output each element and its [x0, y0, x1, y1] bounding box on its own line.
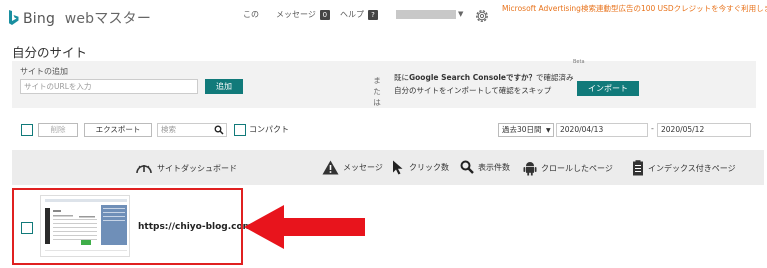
col-dashboard[interactable]: サイトダッシュボード — [135, 160, 237, 176]
user-account-redacted[interactable] — [396, 10, 456, 19]
column-header: サイトダッシュボード メッセージ クリック数 表示件数 クロールしたページ イン… — [12, 150, 764, 185]
logo-product-text: webマスター — [64, 11, 152, 27]
date-to-input[interactable]: 2020/05/12 — [657, 123, 751, 137]
nav-messages-label: メッセージ — [276, 10, 316, 19]
col-messages[interactable]: メッセージ — [322, 160, 383, 175]
bing-logo-icon — [9, 10, 19, 25]
select-all-checkbox[interactable] — [21, 124, 33, 136]
add-site-button[interactable]: 追加 — [205, 79, 243, 94]
cursor-icon — [393, 160, 403, 175]
magnifier-icon — [460, 160, 474, 174]
highlight-box — [12, 188, 243, 265]
col-crawled-label: クロールしたページ — [541, 163, 613, 173]
beta-label: Beta — [573, 59, 585, 65]
site-url-input[interactable] — [20, 79, 198, 94]
page-list-icon — [633, 160, 643, 176]
add-site-panel: サイトの追加 追加 または 既にGoogle Search Consoleですか… — [12, 59, 756, 108]
or-divider: または — [373, 76, 381, 107]
gsc-text-post: で確認済み — [536, 73, 574, 82]
col-clicks-label: クリック数 — [409, 163, 449, 172]
col-crawled[interactable]: クロールしたページ — [523, 160, 613, 176]
period-value: 過去30日間 — [502, 125, 542, 134]
compact-checkbox[interactable] — [234, 124, 246, 136]
gauge-icon — [136, 165, 152, 174]
promo-link[interactable]: Microsoft Advertising検索連動型広告の100 USDクレジッ… — [502, 3, 767, 14]
android-robot-icon — [523, 162, 537, 176]
nav-messages[interactable]: メッセージ 0 — [276, 9, 330, 20]
top-bar: Bing webマスター この メッセージ 0 ヘルプ ? ▼ Microsof… — [0, 0, 767, 34]
add-site-label: サイトの追加 — [20, 67, 68, 76]
nav-kono[interactable]: この — [243, 9, 259, 20]
logo-bing-text: Bing — [23, 11, 56, 27]
chevron-down-icon: ▼ — [545, 127, 551, 134]
nav-kono-label: この — [243, 10, 259, 19]
site-list-toolbar: 削除 エクスポート 検索 コンパクト 過去30日間 ▼ 2020/04/13 -… — [0, 120, 767, 142]
gsc-text-line2: 自分のサイトをインポートして確認をスキップ — [394, 86, 552, 95]
red-arrow-annotation — [244, 205, 365, 249]
help-badge: ? — [368, 9, 378, 20]
col-impressions-label: 表示件数 — [478, 162, 510, 172]
col-impressions[interactable]: 表示件数 — [460, 160, 510, 174]
col-indexed[interactable]: インデックス付きページ — [632, 160, 736, 176]
page-title: 自分のサイト — [12, 45, 88, 60]
import-button[interactable]: インポート — [577, 81, 639, 96]
col-clicks[interactable]: クリック数 — [392, 160, 449, 175]
col-dashboard-label: サイトダッシュボード — [157, 163, 237, 173]
gsc-text-bold: Google Search Consoleですか？ — [409, 73, 537, 82]
bing-webmaster-logo[interactable]: Bing webマスター — [8, 8, 151, 28]
gear-icon[interactable] — [474, 8, 490, 24]
period-select[interactable]: 過去30日間 ▼ — [498, 123, 554, 137]
chevron-down-icon[interactable]: ▼ — [458, 10, 463, 18]
search-input[interactable]: 検索 — [157, 123, 227, 137]
search-placeholder: 検索 — [161, 125, 176, 134]
messages-count-badge: 0 — [319, 9, 330, 20]
nav-help[interactable]: ヘルプ ? — [340, 9, 378, 20]
col-indexed-label: インデックス付きページ — [648, 163, 736, 173]
compact-label: コンパクト — [249, 125, 289, 134]
date-from-input[interactable]: 2020/04/13 — [556, 123, 648, 137]
delete-button[interactable]: 削除 — [38, 123, 78, 137]
gsc-text-pre: 既に — [394, 73, 409, 82]
warning-icon — [322, 160, 339, 175]
export-button[interactable]: エクスポート — [84, 123, 152, 137]
gsc-import-text: 既にGoogle Search Consoleですか？で確認済み 自分のサイトを… — [394, 71, 574, 97]
search-icon[interactable] — [214, 125, 224, 135]
col-messages-label: メッセージ — [343, 163, 383, 172]
date-separator: - — [651, 124, 654, 133]
nav-help-label: ヘルプ — [340, 10, 364, 19]
